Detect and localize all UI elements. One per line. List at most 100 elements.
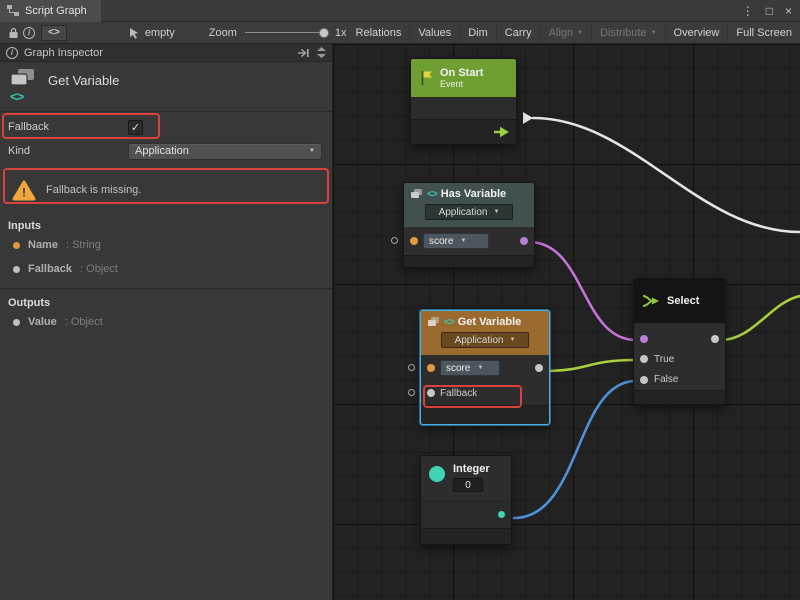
object-port-icon [13,266,20,273]
fallback-label: Fallback [8,121,128,133]
caret-down-icon: ▼ [493,209,499,215]
kind-dropdown[interactable]: Application ▼ [425,204,513,220]
node-integer-header: Integer 0 [421,456,511,500]
check-icon: ✓ [131,121,140,134]
value-output-port[interactable] [535,364,543,372]
input-row-name: Name : String [0,234,332,256]
warning-icon: ! [12,180,36,201]
node-has-variable-header: <> Has Variable Application ▼ [404,183,534,227]
zoom-label: Zoom [209,27,237,39]
caret-down-icon: ▼ [577,30,583,36]
close-button[interactable]: × [785,4,792,18]
toolbar-button-overview[interactable]: Overview [665,22,728,44]
toolbar-button-fullscreen[interactable]: Full Screen [727,22,800,44]
flag-icon [420,70,433,86]
variables-icon [10,69,36,88]
wire-select-output[interactable] [721,296,800,340]
fallback-input-port[interactable] [427,389,435,397]
true-input-port[interactable] [640,355,648,363]
integer-value-field[interactable]: 0 [453,478,483,492]
node-select[interactable]: Select True False [633,278,726,405]
integer-output-port[interactable] [498,511,505,518]
cursor-icon [129,27,139,39]
code-icon: <> [48,27,60,38]
divider [0,288,332,289]
window-menu-button[interactable]: ⋮ [742,4,754,18]
toolbar-button-carry[interactable]: Carry [496,22,540,44]
condition-input-port[interactable] [640,335,648,343]
toolbar-button-distribute[interactable]: Distribute▼ [591,22,664,44]
zoom-slider-handle[interactable] [319,28,329,38]
node-has-variable[interactable]: <> Has Variable Application ▼ score ▼ [403,182,535,268]
toolbar-button-dim[interactable]: Dim [459,22,496,44]
warning-text: Fallback is missing. [46,184,141,196]
kind-dropdown[interactable]: Application ▼ [441,332,529,348]
info-icon: i [23,27,35,39]
inspector-title: Graph Inspector [24,47,103,59]
node-integer[interactable]: Integer 0 [420,455,512,545]
node-port-row [421,500,511,528]
code-icon: <> [444,317,454,328]
code-view-button[interactable]: <> [41,25,67,41]
zoom-slider-track [245,32,327,33]
selection-output-port[interactable] [711,335,719,343]
unit-icons: <> [10,69,36,111]
lock-button[interactable] [5,24,21,42]
inputs-header: Inputs [0,220,332,232]
inspector-toggle-button[interactable]: i [21,24,37,42]
node-on-start[interactable]: On Start Event [410,58,517,145]
fallback-checkbox[interactable]: ✓ [128,120,143,135]
caret-down-icon: ▼ [651,30,657,36]
flow-arrow-connector[interactable] [523,112,533,124]
toolbar-button-relations[interactable]: Relations [347,22,410,44]
wire-on-start-flow[interactable] [533,118,800,232]
graph-canvas[interactable]: On Start Event <> Has Variable Ap [333,44,800,600]
script-graph-icon [7,5,19,16]
variable-name-dropdown[interactable]: score ▼ [423,233,489,249]
name-input-port[interactable] [410,237,418,245]
stepper-icon[interactable] [317,47,326,58]
kind-dropdown[interactable]: Application ▼ [128,143,322,160]
string-port-icon [13,242,20,249]
toolbar-button-align[interactable]: Align▼ [540,22,591,44]
window-controls: ⋮ □ × [742,4,800,18]
flow-output-port[interactable] [494,126,510,138]
node-footer [404,255,534,267]
caret-down-icon: ▼ [477,365,483,371]
inspector-header: i Graph Inspector [0,44,332,62]
node-get-variable[interactable]: <> Get Variable Application ▼ score ▼ Fa… [420,310,550,425]
caret-down-icon: ▼ [509,337,515,343]
unit-header: <> Get Variable [0,62,332,112]
info-icon: i [6,47,18,59]
unconnected-port-ring[interactable] [408,364,415,371]
warning-message: ! Fallback is missing. [0,176,332,204]
zoom-value: 1x [335,27,347,39]
kind-property-row: Kind Application ▼ [0,140,332,162]
graph-toolbar: i <> empty Zoom 1x Relations Values Dim … [0,22,800,44]
toolbar-buttons: Relations Values Dim Carry Align▼ Distri… [347,22,800,44]
wire-get-variable-to-select-true[interactable] [542,360,636,371]
tab-script-graph[interactable]: Script Graph [0,0,101,22]
node-port-row: score ▼ [421,355,549,381]
variables-icon [410,189,423,200]
node-get-variable-header: <> Get Variable Application ▼ [421,311,549,355]
unit-title: Get Variable [48,73,119,111]
graph-breadcrumb[interactable]: empty [129,27,175,39]
false-input-port[interactable] [640,376,648,384]
object-port-icon [13,319,20,326]
maximize-button[interactable]: □ [766,4,773,18]
toolbar-button-values[interactable]: Values [409,22,459,44]
node-select-header: Select [634,279,725,323]
input-row-fallback: Fallback : Object [0,258,332,280]
zoom-slider[interactable] [245,27,327,39]
dock-right-icon[interactable] [297,48,310,58]
result-output-port[interactable] [520,237,528,245]
true-port-row: True [634,349,725,369]
unconnected-port-ring[interactable] [391,237,398,244]
unconnected-port-ring[interactable] [408,389,415,396]
caret-down-icon: ▼ [309,148,315,154]
variable-name-dropdown[interactable]: score ▼ [440,360,500,376]
caret-down-icon: ▼ [460,238,466,244]
name-input-port[interactable] [427,364,435,372]
lock-icon [8,27,19,39]
